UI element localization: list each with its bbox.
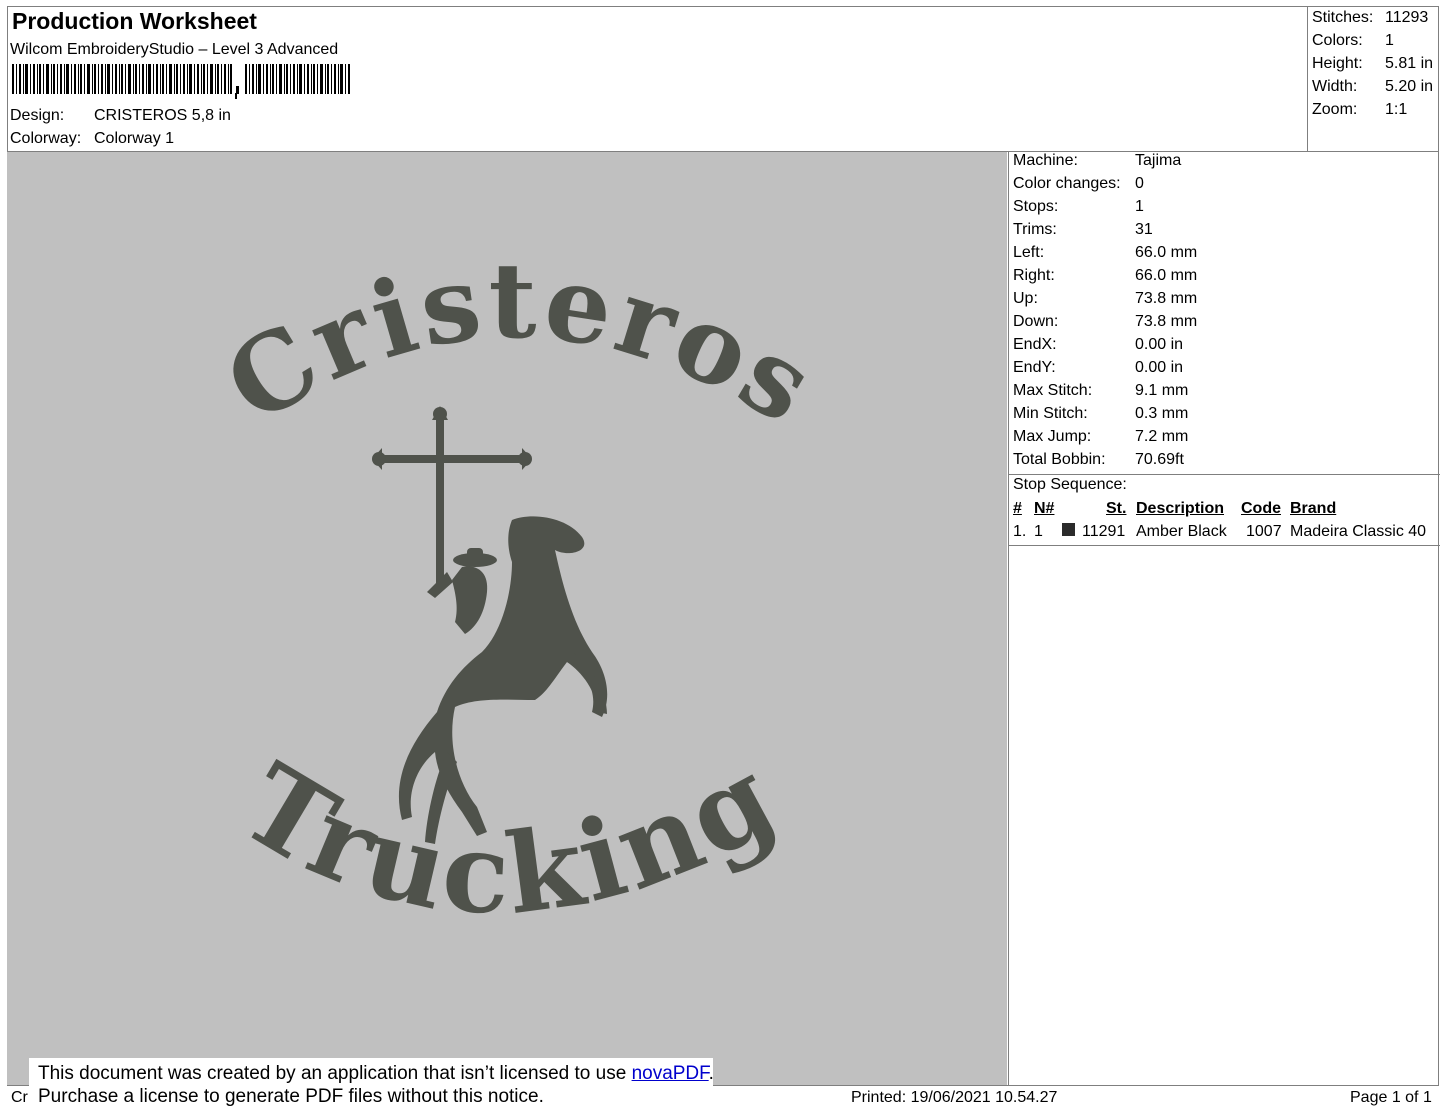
stat-label: Height: [1312,55,1363,72]
stop-sequence-title: Stop Sequence: [1013,476,1127,493]
info-label: Left: [1013,244,1045,261]
notice-line-2: Purchase a license to generate PDF files… [38,1086,544,1107]
info-label: Machine: [1013,152,1078,169]
stat-value: 1 [1385,32,1394,49]
info-label: Stops: [1013,198,1059,215]
info-value: 73.8 mm [1135,313,1198,330]
page-number: Page 1 of 1 [1350,1089,1432,1106]
page-title: Production Worksheet [12,8,257,34]
col-header-st: St. [1106,500,1127,517]
footer-left-fragment: Cr [11,1089,28,1106]
stat-label: Width: [1312,78,1358,95]
info-label: Max Jump: [1013,428,1092,445]
design-preview: Cristeros Trucking [7,152,1007,1085]
notice-line-1: This document was created by an applicat… [38,1063,714,1085]
color-swatch [1062,523,1075,536]
cell-description: Amber Black [1136,523,1227,540]
divider [1009,545,1440,546]
info-label: EndY: [1013,359,1056,376]
info-value: 73.8 mm [1135,290,1198,307]
stat-label: Zoom: [1312,101,1358,118]
info-value: 70.69ft [1135,451,1184,468]
stat-label: Stitches: [1312,9,1374,26]
notice-text: This document was created by an applicat… [38,1063,632,1084]
info-value: 1 [1135,198,1144,215]
info-value: Tajima [1135,152,1182,169]
info-value: 66.0 mm [1135,267,1198,284]
cross-icon [372,406,532,590]
stats-box: Stitches: 11293 Colors: 1 Height: 5.81 i… [1307,6,1440,152]
design-top-text: Cristeros [205,239,837,449]
info-label: Min Stitch: [1013,405,1088,422]
info-label: Total Bobbin: [1013,451,1106,468]
col-header-description: Description [1136,500,1225,517]
colorway-value: Colorway 1 [94,130,175,147]
stat-value: 11293 [1385,9,1429,26]
stat-value: 5.81 in [1385,55,1434,72]
info-label: EndX: [1013,336,1057,353]
col-header-code: Code [1241,500,1281,517]
info-label: Down: [1013,313,1059,330]
embroidery-design: Cristeros Trucking [205,239,837,939]
info-label: Trims: [1013,221,1057,238]
software-name: Wilcom EmbroideryStudio – Level 3 Advanc… [10,41,339,58]
cell-code: 1007 [1246,523,1282,540]
info-value: 66.0 mm [1135,244,1198,261]
colorway-label: Colorway: [10,130,82,147]
cell-brand: Madeira Classic 40 [1290,523,1427,540]
info-value: 31 [1135,221,1153,238]
design-label: Design: [10,107,65,124]
col-header-num: # [1013,500,1022,517]
machine-info-panel: Machine: Tajima Color changes: 0 Stops: … [1008,152,1440,1085]
info-value: 9.1 mm [1135,382,1189,399]
info-value: 0.00 in [1135,336,1184,353]
info-label: Max Stitch: [1013,382,1093,399]
barcode [12,64,350,99]
novapdf-link[interactable]: novaPDF [632,1063,709,1084]
info-value: 0.00 in [1135,359,1184,376]
info-label: Right: [1013,267,1055,284]
stat-value: 1:1 [1385,101,1408,118]
design-bottom-text: Trucking [221,731,797,939]
notice-period: . [708,1063,714,1084]
divider [1009,474,1440,475]
design-value: CRISTEROS 5,8 in [94,107,231,124]
cell-n: 1 [1034,523,1043,540]
info-value: 0 [1135,175,1144,192]
stat-label: Colors: [1312,32,1363,49]
stat-value: 5.20 in [1385,78,1434,95]
info-value: 7.2 mm [1135,428,1189,445]
horse-rider-icon [398,516,608,844]
cell-st: 11291 [1082,523,1126,540]
license-notice: This document was created by an applicat… [29,1058,714,1117]
col-header-n: N# [1034,500,1055,517]
info-label: Color changes: [1013,175,1121,192]
col-header-brand: Brand [1290,500,1337,517]
info-label: Up: [1013,290,1038,307]
cell-num: 1. [1013,523,1027,540]
printed-date: Printed: 19/06/2021 10.54.27 [851,1089,1058,1106]
info-value: 0.3 mm [1135,405,1189,422]
